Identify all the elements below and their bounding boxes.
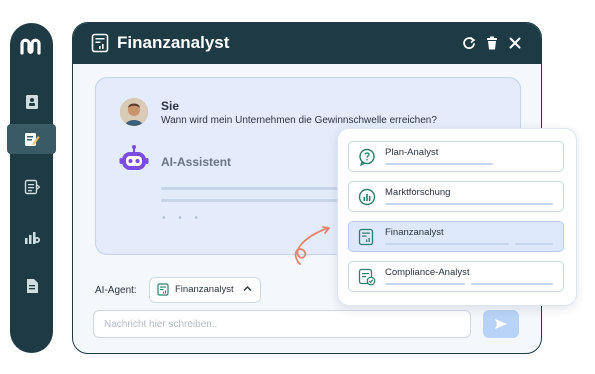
agent-option-marktforschung[interactable]: Marktforschung: [348, 181, 564, 212]
sidebar-item-files[interactable]: [10, 271, 53, 301]
placeholder-line: [385, 243, 509, 245]
sidebar-item-documents[interactable]: [10, 172, 53, 202]
finance-report-icon: [358, 228, 374, 246]
send-icon: [495, 319, 507, 329]
sidebar-item-editor[interactable]: [7, 124, 56, 154]
placeholder-line: [385, 163, 493, 165]
document-lines-icon: [24, 179, 40, 195]
sidebar-item-analytics[interactable]: [10, 222, 53, 252]
send-button[interactable]: [483, 310, 519, 338]
sidebar: [7, 23, 56, 353]
placeholder-line: [385, 283, 465, 285]
agent-option-label: Compliance-Analyst: [385, 267, 470, 278]
placeholder-line: [471, 283, 553, 285]
agent-option-plan-analyst[interactable]: Plan-Analyst: [348, 141, 564, 172]
edit-document-icon: [24, 133, 39, 146]
agent-dropdown[interactable]: Finanzanalyst: [149, 277, 261, 303]
sidebar-item-contacts[interactable]: [10, 87, 53, 117]
message-input[interactable]: [93, 310, 471, 338]
agent-option-finanzanalyst[interactable]: Finanzanalyst: [348, 221, 564, 252]
typing-indicator: • • •: [162, 213, 204, 224]
file-icon: [26, 279, 38, 293]
agent-option-compliance-analyst[interactable]: Compliance-Analyst: [348, 261, 564, 292]
placeholder-line: [385, 203, 553, 205]
agent-dropdown-value: Finanzanalyst: [175, 284, 234, 295]
refresh-icon[interactable]: [461, 35, 477, 51]
growth-chart-icon: [24, 232, 40, 244]
contact-book-icon: [25, 95, 38, 109]
agent-option-label: Marktforschung: [385, 187, 451, 198]
placeholder-line: [515, 243, 553, 245]
window-title: Finanzanalyst: [117, 33, 230, 52]
chart-bars-icon: [358, 188, 376, 206]
finance-report-icon: [91, 33, 109, 53]
chevron-up-icon: [243, 286, 252, 291]
brand-logo-icon[interactable]: [19, 36, 45, 56]
window-titlebar: Finanzanalyst: [73, 23, 541, 64]
agent-list-panel: Plan-Analyst Marktforschung Finanzanalys…: [337, 128, 577, 306]
user-avatar: [120, 98, 148, 126]
close-icon[interactable]: [507, 35, 523, 51]
assistant-name: AI-Assistent: [161, 155, 232, 169]
agent-label: AI-Agent:: [95, 285, 137, 296]
chat-question-icon: [359, 148, 375, 166]
agent-option-label: Finanzanalyst: [385, 227, 444, 238]
user-name: Sie: [161, 99, 180, 113]
agent-option-label: Plan-Analyst: [385, 147, 439, 158]
user-message: Wann wird mein Unternehmen die Gewinnsch…: [161, 115, 437, 126]
document-check-icon: [358, 268, 376, 286]
robot-avatar-icon: [119, 145, 149, 170]
finance-report-icon: [157, 283, 169, 296]
curved-arrow-icon: [294, 226, 330, 265]
trash-icon[interactable]: [484, 35, 500, 51]
